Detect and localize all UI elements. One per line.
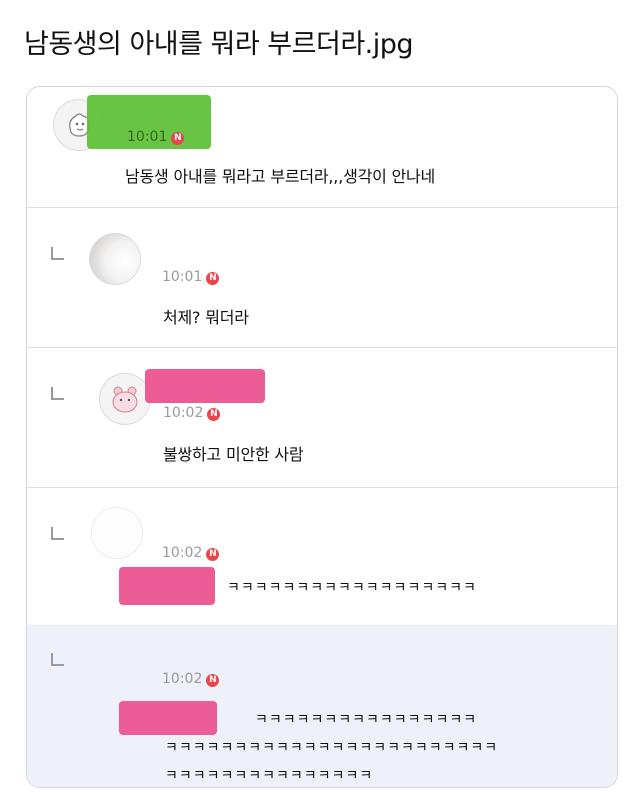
comment-text: 처제? 뭐더라	[163, 308, 249, 327]
photo-avatar-icon[interactable]	[89, 233, 141, 285]
new-badge-icon: N	[206, 674, 220, 687]
new-badge-icon: N	[171, 132, 185, 145]
reply-arrow-icon	[51, 527, 64, 540]
censored-mention	[119, 567, 215, 605]
bear-character-icon[interactable]	[99, 373, 151, 425]
comment-time: 10:02 N	[162, 545, 220, 561]
reply-arrow-icon	[51, 387, 64, 400]
reply-arrow-icon	[51, 247, 64, 260]
reply-item: 10:02 N 불쌍하고 미안한 사람	[27, 347, 617, 488]
new-badge-icon: N	[206, 272, 220, 285]
comment-item: 10:01 N 남동생 아내를 뭐라고 부르더라,,,생각이 안나네	[27, 87, 617, 208]
reply-arrow-icon	[51, 653, 64, 666]
comment-time: 10:02 N	[163, 405, 221, 421]
new-badge-icon: N	[207, 408, 221, 421]
comment-text: ㅋㅋㅋㅋㅋㅋㅋㅋㅋㅋㅋㅋㅋㅋㅋㅋㅋㅋ	[227, 580, 477, 596]
reply-item: 10:02 N ㅋㅋㅋㅋㅋㅋㅋㅋㅋㅋㅋㅋㅋㅋㅋㅋㅋㅋ	[27, 487, 617, 626]
comment-text: 불쌍하고 미안한 사람	[163, 445, 304, 464]
reply-item: 10:02 N ㅋㅋㅋㅋㅋㅋㅋㅋㅋㅋㅋㅋㅋㅋㅋㅋ ㅋㅋㅋㅋㅋㅋㅋㅋㅋㅋㅋㅋㅋㅋㅋㅋ…	[27, 625, 617, 787]
comment-text-line: ㅋㅋㅋㅋㅋㅋㅋㅋㅋㅋㅋㅋㅋㅋㅋ	[165, 768, 374, 784]
comment-time: 10:01 N	[127, 129, 185, 145]
new-badge-icon: N	[206, 548, 220, 561]
comment-text-line: ㅋㅋㅋㅋㅋㅋㅋㅋㅋㅋㅋㅋㅋㅋㅋㅋ	[255, 712, 478, 728]
censored-mention	[119, 701, 217, 735]
comment-text: 남동생 아내를 뭐라고 부르더라,,,생각이 안나네	[125, 167, 436, 186]
post-title: 남동생의 아내를 뭐라 부르더라.jpg	[24, 29, 414, 60]
reply-item: 10:01 N 처제? 뭐더라	[27, 207, 617, 348]
censored-username	[145, 369, 265, 403]
blank-avatar-icon[interactable]	[91, 507, 143, 559]
comment-time: 10:01 N	[162, 269, 220, 285]
comment-time: 10:02 N	[162, 671, 220, 687]
comment-thread-card: 10:01 N 남동생 아내를 뭐라고 부르더라,,,생각이 안나네 10:01 N…	[26, 86, 618, 788]
comment-text-line: ㅋㅋㅋㅋㅋㅋㅋㅋㅋㅋㅋㅋㅋㅋㅋㅋㅋㅋㅋㅋㅋㅋㅋㅋ	[165, 740, 499, 756]
